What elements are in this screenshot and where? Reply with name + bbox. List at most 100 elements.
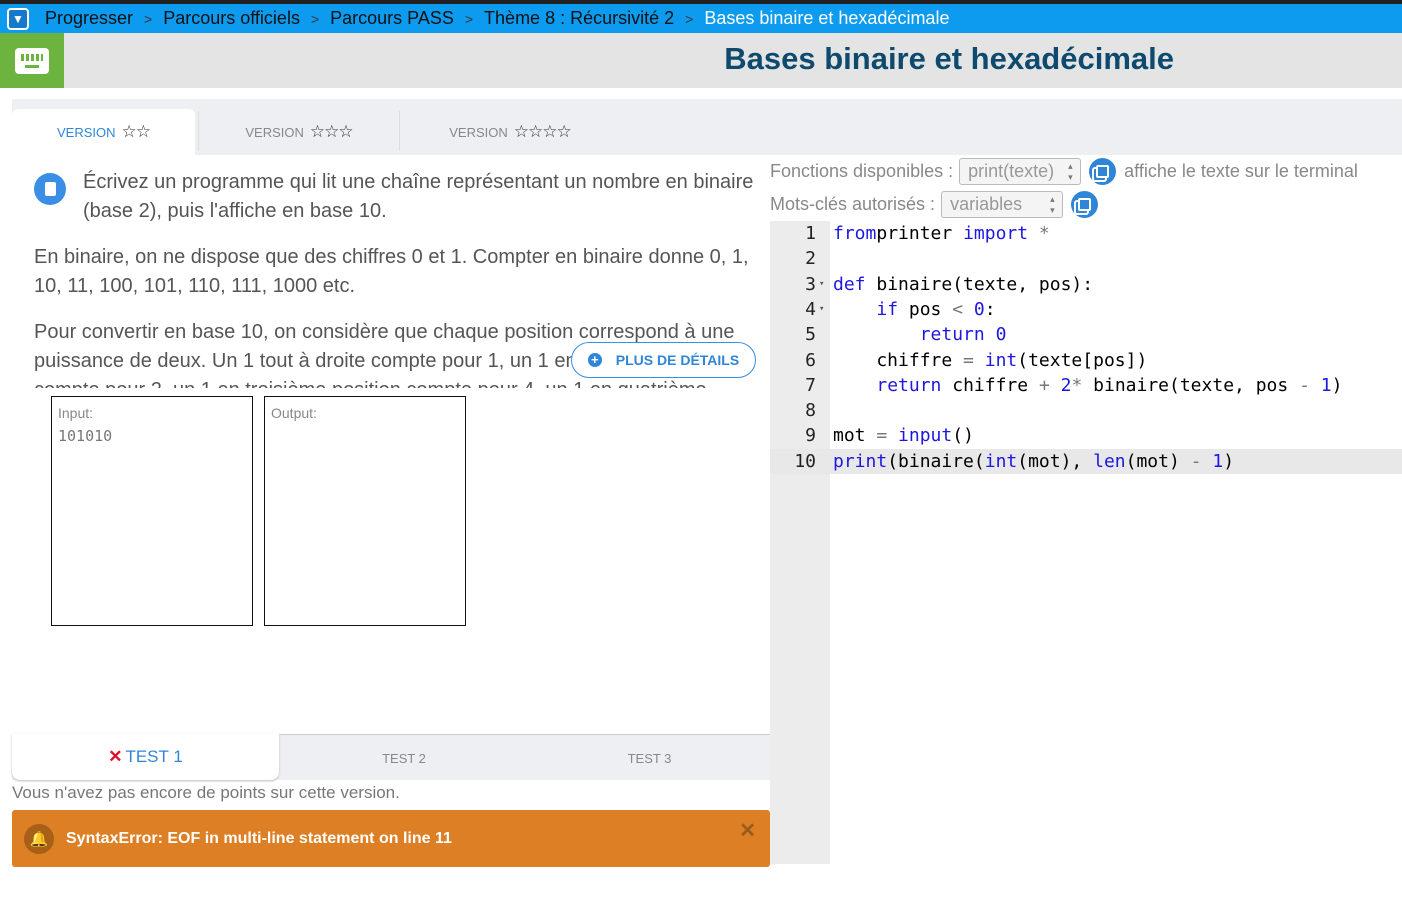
tab-version-4-stars[interactable]: VERSION ☆☆☆☆ [400,109,620,155]
code-text: mot = input() [833,423,974,448]
test-tabs: ✕ TEST 1 TEST 2 TEST 3 [12,734,770,780]
code-line[interactable]: 8 [770,398,1402,423]
code-token: * [1071,374,1083,396]
code-token: int [984,349,1018,371]
chevron-down-icon[interactable]: ▼ [7,7,29,30]
code-token: input [898,425,953,447]
breadcrumb-item[interactable]: Progresser [45,8,133,29]
keywords-select[interactable]: variables [941,191,1064,218]
document-icon [34,173,66,205]
breadcrumb-item[interactable]: Parcours PASS [330,8,454,29]
bell-icon: 🔔 [24,823,54,854]
star-icon: ☆☆☆ [309,122,354,141]
breadcrumb-separator: > [464,10,474,27]
output-box: Output: [264,396,466,626]
code-token: return [919,324,985,346]
output-label: Output: [271,405,317,421]
keyboard-icon [15,47,49,74]
breadcrumb-separator: > [144,10,153,27]
code-line[interactable]: 7 return chiffre + 2* binaire(texte, pos… [770,373,1402,398]
tab-test-1[interactable]: ✕ TEST 1 [12,734,279,780]
code-text: chiffre = int(texte[pos]) [833,348,1147,373]
code-token: def [833,273,866,295]
keywords-row: Mots-clés autorisés : variables [770,191,1106,218]
close-icon[interactable]: ✕ [739,818,756,843]
code-line[interactable]: 6 chiffre = int(texte[pos]) [770,348,1402,373]
code-token: 0 [995,324,1007,346]
code-line[interactable]: 4 ▾ if pos < 0: [770,297,1402,322]
breadcrumb-separator: > [685,10,694,27]
code-token: print [833,450,888,472]
tab-version-2-stars[interactable]: VERSION ☆☆ [12,109,195,155]
code-editor[interactable]: 1 fromprinter import * 2 3 ▾ def binaire(text… [770,221,1402,864]
code-token: chiffre [833,349,964,371]
star-icon: ☆☆ [121,122,152,141]
statement-paragraph: Écrivez un programme qui lit une chaîne … [83,171,754,222]
line-number: 6 [805,349,816,371]
code-token: (texte[pos]) [1017,349,1148,371]
code-line[interactable]: 5 return 0 [770,322,1402,347]
plus-circle-icon: + [587,353,602,367]
breadcrumb: ▼ Progresser > Parcours officiels > Parcou… [0,4,1402,33]
more-details-button[interactable]: + PLUS DE DÉTAILS [571,342,756,378]
line-number: 10 [794,450,816,472]
function-description: affiche le texte sur le terminal [1124,161,1358,181]
code-token: ) [1331,374,1343,396]
fold-arrow-icon[interactable]: ▾ [819,297,824,322]
breadcrumb-separator: > [310,10,320,27]
code-line[interactable]: 9 mot = input() [770,423,1402,448]
page-title: Bases binaire et hexadécimale [724,41,1174,76]
breadcrumb-item[interactable]: Parcours officiels [163,8,300,29]
copy-icon[interactable] [1089,158,1117,185]
tab-version-3-stars[interactable]: VERSION ☆☆☆ [199,109,399,155]
keywords-label: Mots-clés autorisés : [770,194,936,214]
code-token: binaire(texte, pos): [865,273,1094,295]
code-token: + [1038,374,1050,396]
points-status: Vous n'avez pas encore de points sur cet… [12,783,400,802]
tab-test-2[interactable]: TEST 2 [279,735,529,781]
keyboard-button[interactable] [0,33,64,88]
tab-label: TEST 2 [382,750,426,766]
code-token: from [833,223,877,244]
tab-test-3[interactable]: TEST 3 [529,735,770,781]
code-token: (mot) [1125,450,1191,472]
star-icon: ☆☆☆☆ [513,122,572,141]
breadcrumb-item[interactable]: Thème 8 : Récursivité 2 [484,8,674,29]
code-token: () [952,425,974,447]
code-line[interactable]: 3 ▾ def binaire(texte, pos): [770,272,1402,297]
code-token: < [952,298,964,320]
statement-paragraph: En binaire, on ne dispose que des chiffr… [34,246,749,297]
code-token: : [984,298,996,320]
error-alert: 🔔 SyntaxError: EOF in multi-line stateme… [12,810,770,867]
code-text: fromprinter import * [833,221,1050,246]
statement: Écrivez un programme qui lit une chaîne … [12,155,770,388]
breadcrumb-current: Bases binaire et hexadécimale [704,8,950,28]
tab-label: VERSION [449,124,508,140]
code-token: - [1190,450,1202,472]
code-text: return chiffre + 2* binaire(texte, pos -… [833,373,1342,398]
fold-arrow-icon[interactable]: ▾ [819,272,824,297]
line-number: 8 [805,400,816,422]
code-token: = [963,349,974,371]
version-tabs: VERSION ☆☆ VERSION ☆☆☆ VERSION ☆☆☆☆ [12,99,1402,155]
code-line[interactable]: 10 print(binaire(int(mot), len(mot) - 1) [770,448,1402,474]
tab-label: TEST 1 [125,747,183,766]
copy-icon[interactable] [1071,191,1099,218]
fail-x-icon: ✕ [108,747,123,766]
code-token: printer [876,223,964,244]
code-token: pos [898,298,953,320]
line-number: 4 [805,298,816,320]
code-line[interactable]: 2 [770,246,1402,271]
line-number: 9 [805,425,816,447]
functions-label: Fonctions disponibles : [770,161,954,181]
line-number: 3 [805,273,816,295]
code-line[interactable]: 1 fromprinter import * [770,221,1402,246]
functions-select[interactable]: print(texte) [959,158,1082,185]
input-label: Input: [58,405,94,421]
line-number: 1 [805,223,816,244]
